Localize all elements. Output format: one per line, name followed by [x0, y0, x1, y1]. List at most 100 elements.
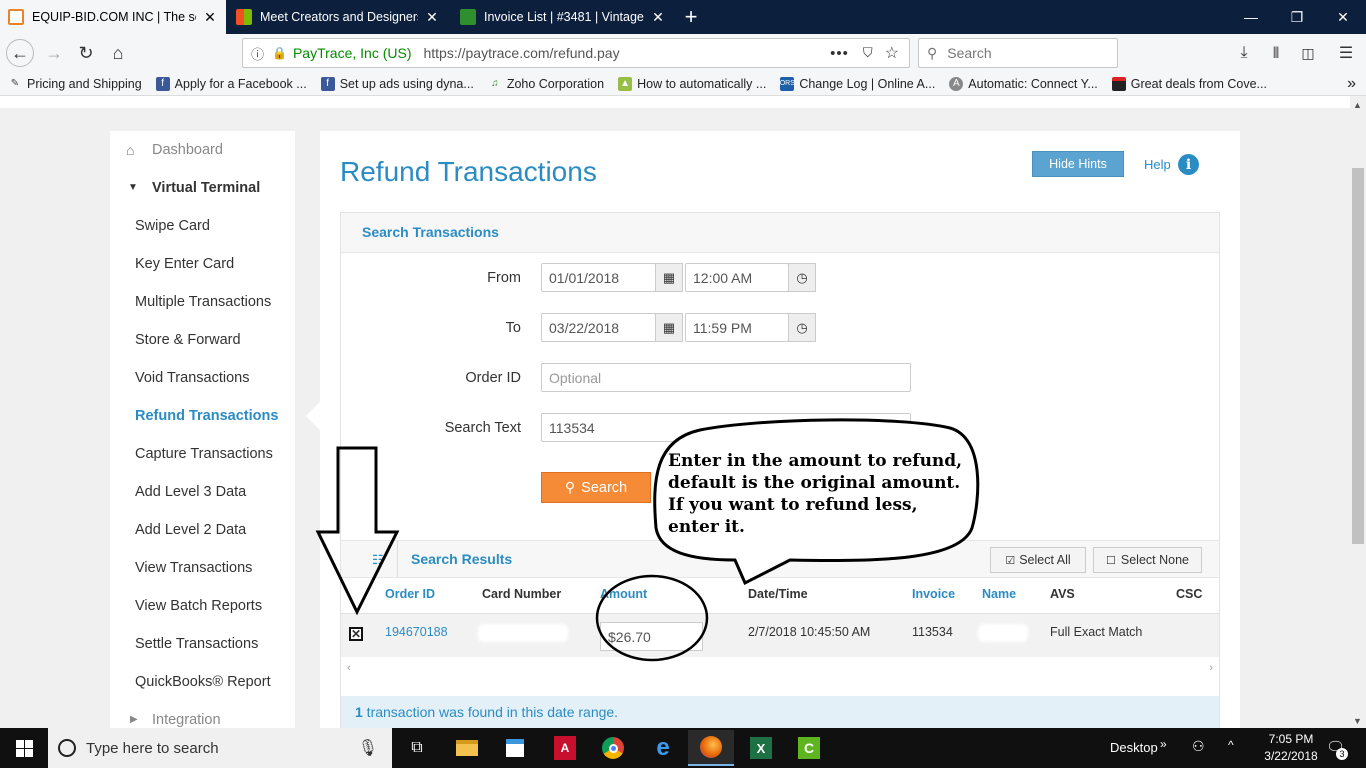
sidebar-item-integration[interactable]: Integration — [152, 712, 221, 728]
from-date-input[interactable]: 01/01/2018 — [541, 263, 656, 292]
row-order-id[interactable]: 194670188 — [385, 625, 448, 639]
task-view-icon[interactable]: ⧉ — [394, 730, 440, 766]
edge-icon[interactable]: e — [640, 730, 686, 766]
search-button[interactable]: ⚲ Search — [541, 472, 651, 503]
bookmark-facebook-apply[interactable]: f Apply for a Facebook ... — [155, 76, 307, 91]
reload-icon[interactable]: ↻ — [72, 39, 100, 67]
column-order-id[interactable]: Order ID — [385, 587, 435, 601]
url-bar[interactable]: ⓘ 🔒 PayTrace, Inc (US) https://paytrace.… — [242, 38, 910, 68]
bookmark-zoho[interactable]: ♫ Zoho Corporation — [488, 77, 604, 91]
select-all-button[interactable]: ☑ Select All — [990, 547, 1086, 573]
bookmark-great-deals[interactable]: Great deals from Cove... — [1111, 76, 1267, 91]
sidebar-item-settle-transactions[interactable]: Settle Transactions — [135, 636, 258, 652]
clock-icon[interactable]: ◷ — [788, 263, 816, 292]
bookmark-shopify[interactable]: ▲ How to automatically ... — [618, 76, 766, 91]
sidebar-item-dashboard[interactable]: Dashboard — [152, 142, 223, 158]
refund-amount-input[interactable]: $26.70 — [600, 622, 703, 651]
clock-icon[interactable]: ◷ — [788, 313, 816, 342]
taskbar-search-box[interactable]: Type here to search 🎙 — [48, 728, 392, 768]
order-id-input[interactable]: Optional — [541, 363, 911, 392]
downloads-icon[interactable]: ⤓ — [1230, 39, 1258, 67]
sidebar-item-capture-transactions[interactable]: Capture Transactions — [135, 446, 273, 462]
notification-count-badge: 3 — [1336, 748, 1348, 760]
hide-hints-button[interactable]: Hide Hints — [1032, 151, 1124, 177]
close-window-button[interactable]: ✕ — [1320, 0, 1366, 34]
page-actions-icon[interactable]: ••• — [830, 45, 849, 62]
microphone-icon[interactable]: 🎙 — [358, 738, 378, 758]
sidebar-item-refund-transactions[interactable]: Refund Transactions — [135, 408, 278, 424]
desktop-toolbar-label[interactable]: Desktop — [1110, 740, 1158, 755]
minimize-window-button[interactable]: — — [1228, 0, 1274, 34]
taskbar-search-placeholder: Type here to search — [86, 739, 219, 757]
scroll-right-icon[interactable]: › — [1209, 662, 1213, 674]
taskbar-clock[interactable]: 7:05 PM 3/22/2018 — [1256, 731, 1326, 765]
help-link[interactable]: Help — [1144, 157, 1171, 172]
restore-window-button[interactable]: ❐ — [1274, 0, 1320, 34]
new-tab-button[interactable]: + — [680, 4, 702, 30]
bookmark-pricing-shipping[interactable]: ✎ Pricing and Shipping — [8, 77, 142, 91]
sidebar-item-view-transactions[interactable]: View Transactions — [135, 560, 252, 576]
row-select-checkbox[interactable]: ✕ — [349, 627, 363, 641]
bookmark-automatic[interactable]: A Automatic: Connect Y... — [949, 76, 1098, 91]
sidebar-item-multiple-transactions[interactable]: Multiple Transactions — [135, 294, 271, 310]
calendar-icon[interactable]: ▦ — [655, 263, 683, 292]
chrome-icon[interactable] — [590, 730, 636, 766]
sidebar-item-void-transactions[interactable]: Void Transactions — [135, 370, 249, 386]
sidebar-item-add-level-3[interactable]: Add Level 3 Data — [135, 484, 246, 500]
home-icon[interactable]: ⌂ — [104, 39, 132, 67]
sidebar-item-virtual-terminal[interactable]: Virtual Terminal — [152, 180, 260, 196]
column-amount[interactable]: Amount — [600, 587, 647, 601]
firefox-icon[interactable] — [688, 730, 734, 766]
ors-icon: ORS — [780, 76, 795, 91]
pocket-icon[interactable]: ⛉ — [863, 45, 873, 61]
sidebar-item-store-forward[interactable]: Store & Forward — [135, 332, 241, 348]
table-horizontal-scrollbar[interactable]: ‹ › — [341, 662, 1219, 676]
scroll-down-icon[interactable]: ▼ — [1353, 716, 1362, 726]
from-time-input[interactable]: 12:00 AM — [685, 263, 789, 292]
bookmark-star-icon[interactable]: ☆ — [885, 43, 899, 63]
scrollbar-thumb[interactable] — [1352, 168, 1364, 544]
sidebar-item-key-enter-card[interactable]: Key Enter Card — [135, 256, 234, 272]
library-icon[interactable]: ⫴ — [1262, 39, 1290, 67]
menu-icon[interactable]: ☰ — [1332, 39, 1360, 67]
column-name[interactable]: Name — [982, 587, 1016, 601]
info-icon[interactable]: i — [1178, 154, 1199, 175]
select-none-button[interactable]: ☐ Select None — [1093, 547, 1202, 573]
bookmark-change-log[interactable]: ORS Change Log | Online A... — [780, 76, 935, 91]
close-tab-icon[interactable]: ✕ — [202, 9, 218, 26]
chevron-up-icon[interactable]: ^ — [1228, 738, 1234, 752]
chevron-right-icon[interactable]: » — [1160, 737, 1167, 751]
acrobat-icon[interactable]: A — [542, 730, 588, 766]
column-invoice[interactable]: Invoice — [912, 587, 955, 601]
browser-tab-invoice-list[interactable]: Invoice List | #3481 | Vintage Lu ✕ — [452, 0, 674, 34]
sidebar-item-swipe-card[interactable]: Swipe Card — [135, 218, 210, 234]
url-text[interactable]: https://paytrace.com/refund.pay — [423, 45, 830, 61]
sidebar-item-view-batch-reports[interactable]: View Batch Reports — [135, 598, 262, 614]
camtasia-icon[interactable]: C — [786, 730, 832, 766]
back-arrow-icon[interactable]: ← — [6, 39, 34, 67]
sidebar-item-quickbooks-report[interactable]: QuickBooks® Report — [135, 674, 271, 690]
store-icon[interactable] — [492, 730, 538, 766]
scroll-up-icon[interactable]: ▲ — [1353, 100, 1362, 110]
bookmarks-toolbar: ✎ Pricing and Shipping f Apply for a Faceb… — [0, 72, 1366, 96]
close-tab-icon[interactable]: ✕ — [650, 9, 666, 26]
bookmark-facebook-ads[interactable]: f Set up ads using dyna... — [320, 76, 474, 91]
to-time-input[interactable]: 11:59 PM — [685, 313, 789, 342]
sidebar-item-add-level-2[interactable]: Add Level 2 Data — [135, 522, 246, 538]
excel-icon[interactable]: X — [738, 730, 784, 766]
more-bookmarks-icon[interactable]: » — [1347, 75, 1356, 93]
to-date-input[interactable]: 03/22/2018 — [541, 313, 656, 342]
browser-search-box[interactable]: ⚲ Search — [918, 38, 1118, 68]
start-button[interactable] — [0, 728, 48, 768]
browser-tab-meet-creators[interactable]: Meet Creators and Designers W ✕ — [228, 0, 448, 34]
scroll-left-icon[interactable]: ‹ — [347, 662, 351, 674]
search-text-input[interactable]: 113534 — [541, 413, 911, 442]
file-explorer-icon[interactable] — [444, 730, 490, 766]
info-icon[interactable]: ⓘ — [251, 44, 264, 63]
calendar-icon[interactable]: ▦ — [655, 313, 683, 342]
sidebar-toggle-icon[interactable]: ◫ — [1294, 39, 1322, 67]
people-icon[interactable]: ⚇ — [1192, 738, 1205, 755]
forward-arrow-icon[interactable]: → — [40, 39, 68, 67]
close-tab-icon[interactable]: ✕ — [424, 9, 440, 26]
browser-tab-equip-bid[interactable]: EQUIP-BID.COM INC | The secu ✕ — [0, 0, 226, 34]
